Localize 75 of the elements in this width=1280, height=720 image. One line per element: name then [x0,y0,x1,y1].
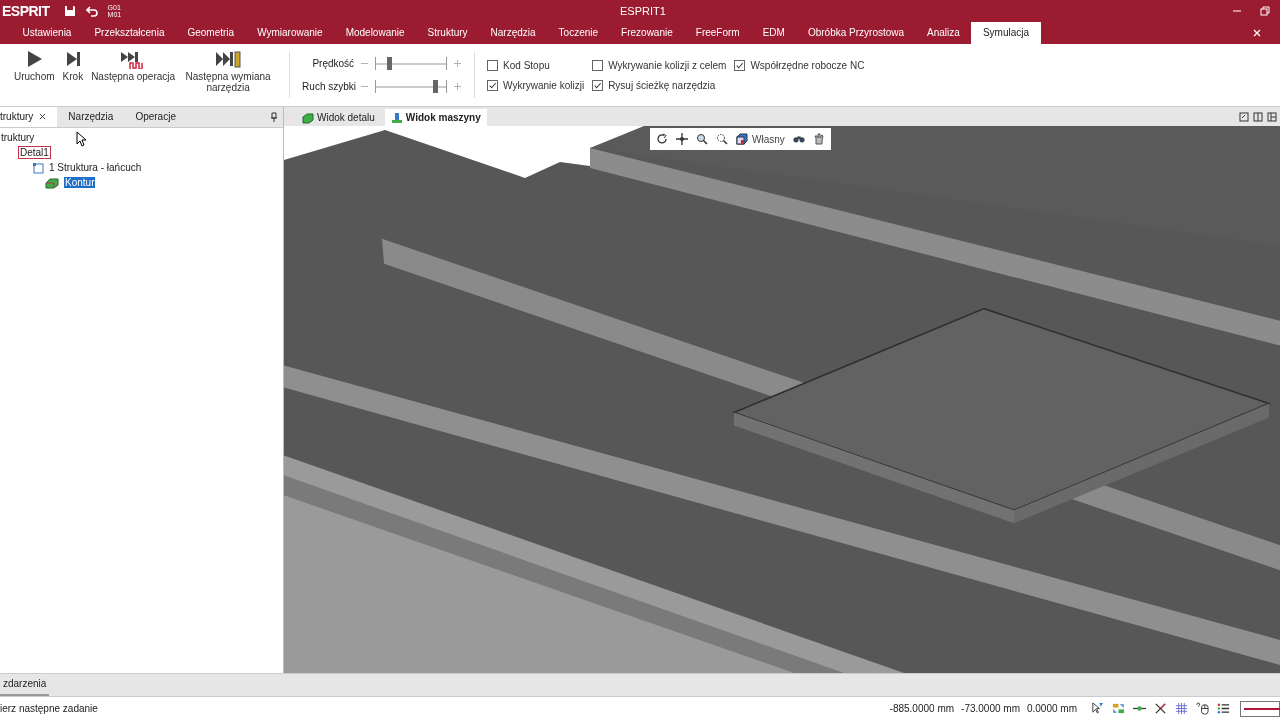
ribbon-button[interactable]: Następna wymiana narzędzia [179,47,278,95]
cursor-filter-icon[interactable] [1091,702,1104,715]
pin-icon[interactable] [270,112,278,122]
cube-icon[interactable] [736,133,748,145]
coordinate-value: 0.0000 mm [1026,703,1077,714]
list-icon[interactable] [1217,702,1230,715]
checkbox-label: Wykrywanie kolizji z celem [608,59,727,71]
restore-icon[interactable] [1259,5,1271,17]
window-title: ESPRIT1 [620,5,666,17]
save-icon[interactable] [63,5,76,17]
tree-item[interactable]: 1 Struktura - łańcuch [48,162,143,173]
ribbon-tab[interactable]: Frezowanie [609,22,685,44]
slider-thumb[interactable] [387,57,393,70]
view-tab[interactable]: Widok maszyny [384,109,487,126]
grid-icon[interactable] [1175,702,1188,715]
ribbon-tab[interactable]: Analiza [915,22,972,44]
layout-icon[interactable] [1267,111,1277,122]
panel-tab[interactable]: Narzędzia [57,107,125,127]
checkbox[interactable] [592,79,604,91]
slider-label: Ruch szybki [302,81,355,92]
checkbox[interactable] [487,59,499,71]
cross-icon[interactable] [1154,702,1167,715]
mouse-cursor-icon [76,131,86,147]
maximize-icon[interactable] [1239,111,1249,122]
app-logo: ESPRIT [2,3,50,19]
zoom-fit-icon[interactable] [716,133,728,145]
ribbon-button[interactable]: Krok [58,47,88,84]
structure-icon [32,161,44,174]
ribbon-tab[interactable]: Narzędzia [479,22,548,44]
binoculars-icon[interactable] [792,133,805,145]
checkbox-label: Współrzędne robocze NC [750,59,865,71]
ribbon-button[interactable]: Następna operacja [87,47,180,84]
part-icon [44,176,60,189]
machine-icon [390,111,403,124]
close-icon[interactable] [39,113,47,120]
rotate-icon[interactable] [656,133,668,145]
split-view-icon[interactable] [1253,111,1263,122]
undo-icon[interactable] [85,5,98,17]
mouse-help-icon[interactable] [1196,702,1209,715]
checkbox-label: Rysuj ścieżkę narzędzia [608,79,716,91]
view-mode-label[interactable]: Własny [752,133,785,145]
checkbox[interactable] [487,79,499,91]
slider-label: Prędkość [311,58,355,69]
checkbox[interactable] [592,59,604,71]
ribbon-tab[interactable]: Modelowanie [334,22,417,44]
tree-item[interactable]: Kontur [64,177,96,188]
line-style-icon[interactable] [1240,700,1280,717]
slider-thumb[interactable] [432,80,438,93]
pan-icon[interactable] [676,133,688,145]
ribbon-tab[interactable]: Symulacja [971,22,1041,44]
ribbon-tab[interactable]: FreeForm [684,22,752,44]
panel-tab[interactable]: truktury [0,107,58,127]
ribbon-tab[interactable]: Toczenie [547,22,610,44]
ribbon-tab[interactable]: EDM [751,22,797,44]
ribbon-tab[interactable]: Struktury [416,22,480,44]
tree-item[interactable]: Detal1 [18,146,51,159]
part-icon [302,111,314,124]
checkbox-label: Kod Stopu [503,59,550,71]
swap-icon[interactable] [1112,702,1125,715]
ribbon-button[interactable]: Uruchom [10,47,59,84]
zoom-icon[interactable] [696,133,708,145]
status-message: ierz następne zadanie [0,703,98,714]
coordinate-value: -73.0000 mm [961,703,1020,714]
panel-tab[interactable]: Operacje [124,107,187,127]
tree-item[interactable]: truktury [0,132,36,143]
coordinate-value: -885.0000 mm [889,703,955,714]
ribbon-tab[interactable]: Wymiarowanie [245,22,335,44]
ribbon-tab[interactable]: Ustawienia [11,22,83,44]
checkbox-label: Wykrywanie kolizji [503,79,585,91]
next-tool-icon [215,49,242,69]
ribbon-tab[interactable]: Obróbka Przyrostowa [796,22,916,44]
ribbon-tab[interactable]: Geometria [175,22,246,44]
ribbon-tab[interactable]: Przekształcenia [82,22,176,44]
checkbox[interactable] [734,59,746,71]
view-tab[interactable]: Widok detalu [296,109,381,126]
